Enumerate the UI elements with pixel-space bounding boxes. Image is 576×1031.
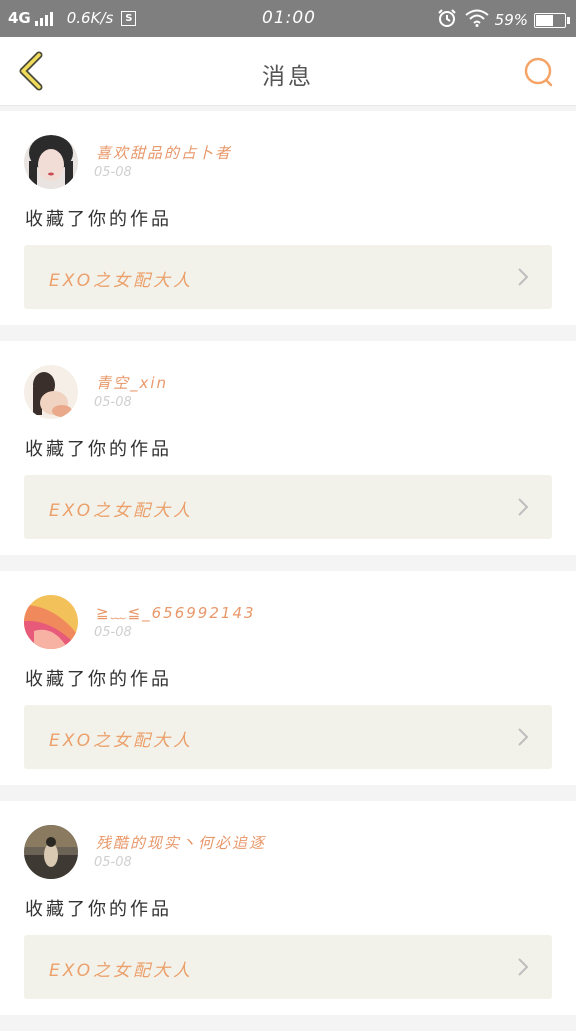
- battery-fill: [536, 14, 553, 26]
- chevron-right-icon: [518, 498, 529, 516]
- message-date: 05-08: [94, 855, 132, 870]
- chevron-right-icon: [518, 728, 529, 746]
- user-name[interactable]: 青空_xin: [96, 372, 168, 393]
- work-title: EXO之女配大人: [49, 501, 194, 521]
- user-name[interactable]: 残酷的现实丶何必追逐: [96, 832, 266, 853]
- chevron-right-icon: [518, 958, 529, 976]
- work-title: EXO之女配大人: [49, 731, 194, 751]
- message-date: 05-08: [94, 395, 132, 410]
- message-text: 收藏了你的作品: [25, 209, 172, 230]
- network-type: 4G: [8, 9, 31, 27]
- battery-percent: 59%: [494, 11, 528, 29]
- message-text: 收藏了你的作品: [25, 899, 172, 920]
- search-icon: [524, 57, 553, 87]
- status-bar: 4G 0.6K/s S 01:00 59%: [0, 0, 576, 37]
- user-name[interactable]: 喜欢甜品的占卜者: [96, 142, 232, 163]
- avatar[interactable]: [24, 825, 78, 879]
- work-title: EXO之女配大人: [49, 961, 194, 981]
- search-button[interactable]: [522, 55, 556, 89]
- nav-bar: 消息: [0, 37, 576, 106]
- user-name[interactable]: ≧﹏≦_656992143: [96, 602, 256, 623]
- avatar[interactable]: [24, 135, 78, 189]
- message-date: 05-08: [94, 625, 132, 640]
- signal-icon: [34, 10, 55, 26]
- work-link[interactable]: EXO之女配大人: [24, 705, 552, 769]
- avatar[interactable]: [24, 595, 78, 649]
- message-text: 收藏了你的作品: [25, 439, 172, 460]
- message-card: 喜欢甜品的占卜者 05-08 收藏了你的作品 EXO之女配大人: [0, 111, 576, 325]
- work-link[interactable]: EXO之女配大人: [24, 475, 552, 539]
- work-link[interactable]: EXO之女配大人: [24, 245, 552, 309]
- network-speed: 0.6K/s: [66, 9, 114, 27]
- battery-icon: [534, 12, 570, 28]
- work-title: EXO之女配大人: [49, 271, 194, 291]
- work-link[interactable]: EXO之女配大人: [24, 935, 552, 999]
- s-badge-icon: S: [121, 10, 137, 26]
- message-list: 喜欢甜品的占卜者 05-08 收藏了你的作品 EXO之女配大人 青空_xin 0…: [0, 111, 576, 1031]
- message-card: 青空_xin 05-08 收藏了你的作品 EXO之女配大人: [0, 341, 576, 555]
- chevron-right-icon: [518, 268, 529, 286]
- page-title: 消息: [262, 64, 314, 90]
- message-text: 收藏了你的作品: [25, 669, 172, 690]
- status-right: 59%: [437, 8, 570, 32]
- message-date: 05-08: [94, 165, 132, 180]
- status-left: 4G 0.6K/s S: [8, 9, 137, 27]
- alarm-icon: [437, 8, 457, 32]
- avatar[interactable]: [24, 365, 78, 419]
- message-card: ≧﹏≦_656992143 05-08 收藏了你的作品 EXO之女配大人: [0, 571, 576, 785]
- status-time: 01:00: [262, 8, 316, 28]
- message-card: 残酷的现实丶何必追逐 05-08 收藏了你的作品 EXO之女配大人: [0, 801, 576, 1015]
- wifi-icon: [465, 9, 489, 31]
